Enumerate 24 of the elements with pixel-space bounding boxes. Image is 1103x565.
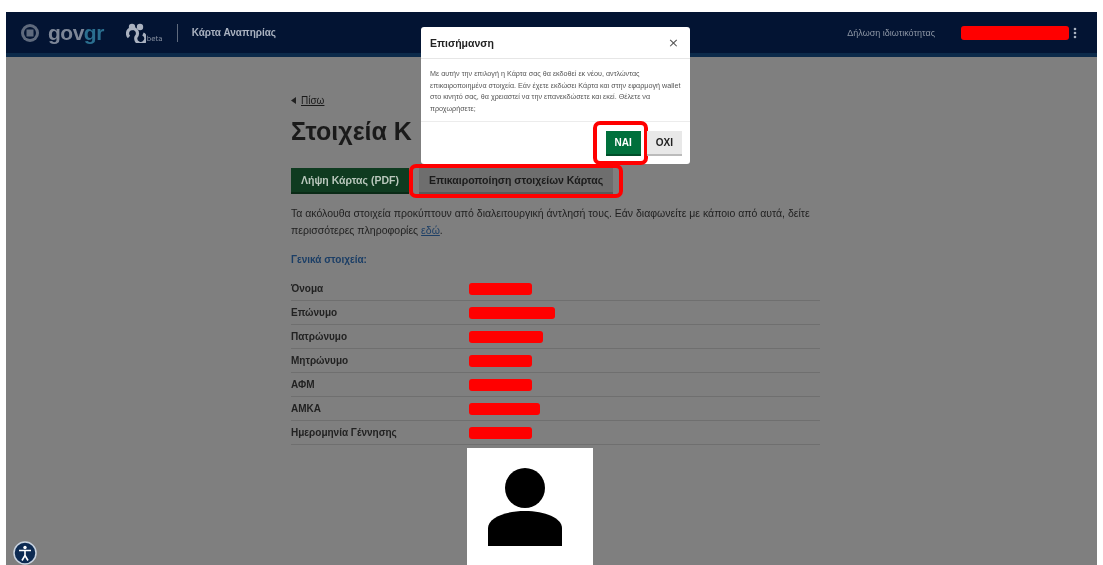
privacy-link[interactable]: Δήλωση ιδιωτικότητας — [847, 27, 935, 38]
field-label: Επώνυμο — [291, 307, 339, 318]
field-label: ΑΦΜ — [291, 379, 316, 390]
close-button[interactable]: × — [666, 35, 681, 50]
accessibility-icon[interactable] — [13, 541, 37, 565]
more-icon[interactable] — [1073, 26, 1077, 39]
update-button[interactable]: Επικαιροποίηση στοιχείων Κάρτας — [418, 168, 614, 194]
field-label: Πατρώνυμο — [291, 331, 349, 342]
emblem-icon — [20, 22, 40, 43]
field-label: Μητρώνυμο — [291, 355, 350, 366]
back-link[interactable]: Πίσω — [301, 95, 325, 106]
dialog-title: Επισήμανση — [430, 36, 494, 49]
download-button[interactable]: Λήψη Κάρτας (PDF) — [291, 168, 409, 194]
service-title: Κάρτα Αναπηρίας — [191, 27, 277, 38]
section-title: Γενικά στοιχεία: — [291, 254, 368, 265]
page-title: Στοιχεία Κ — [291, 116, 412, 147]
field-label: Ημερομηνία Γέννησης — [291, 427, 398, 438]
caret-icon — [291, 97, 296, 104]
cancel-button[interactable]: ΟΧΙ — [646, 131, 682, 156]
field-label: ΑΜΚΑ — [291, 403, 322, 414]
confirm-button[interactable]: ΝΑΙ — [605, 131, 641, 156]
intro-text: Τα ακόλουθα στοιχεία προκύπτουν από διαλειτουργική άντλησή τους. Εάν διαφωνείτε με κάποιο από αυτά, δείτε περισσότερες πληροφορίες εδώ. — [291, 206, 811, 238]
field-label: Όνομα — [291, 283, 325, 294]
logo-text[interactable]: govgr — [48, 22, 104, 43]
